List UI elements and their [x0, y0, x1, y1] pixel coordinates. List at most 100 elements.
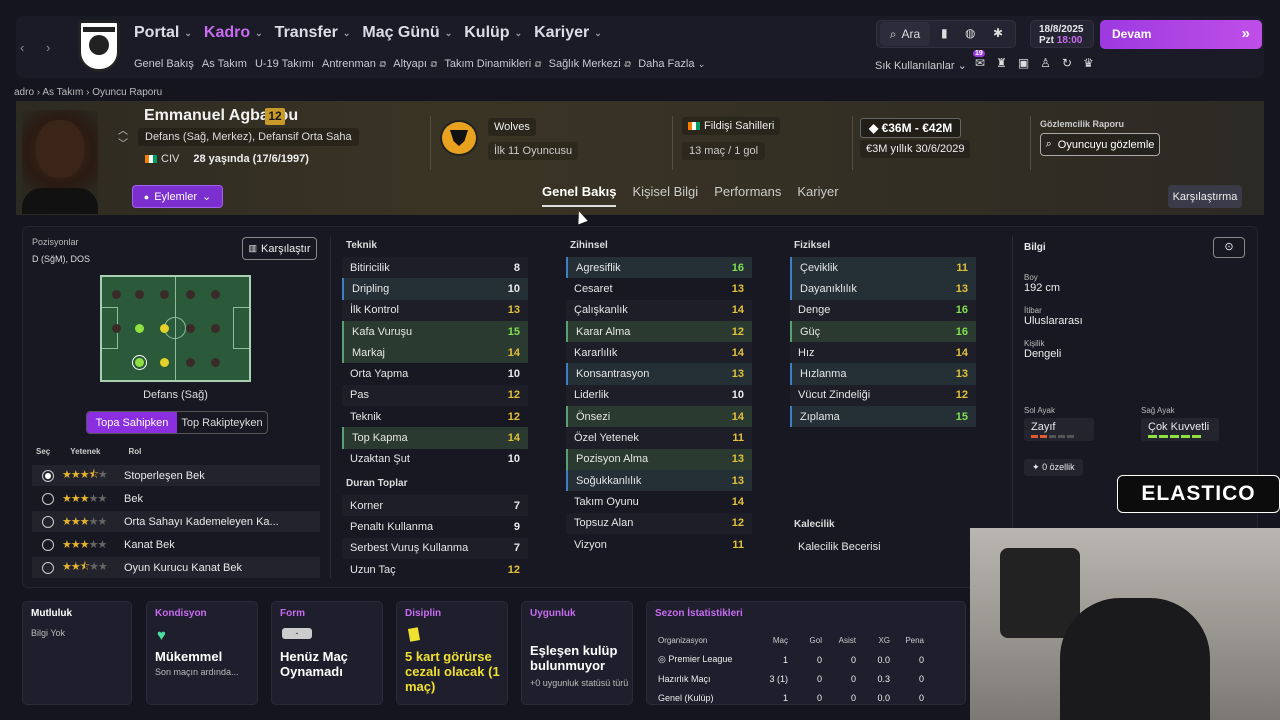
- attribute-row[interactable]: Pas 12: [342, 384, 528, 407]
- attribute-row[interactable]: Vizyon 11: [566, 534, 752, 555]
- attribute-row[interactable]: Uzun Taç 12: [342, 559, 528, 580]
- tab-kariyer[interactable]: Kariyer: [797, 184, 838, 207]
- submenu-takim-dinamikleri[interactable]: Takım Dinamikleri ⧉: [444, 58, 540, 70]
- menu-mac-gunu[interactable]: Maç Günü ⌄: [362, 24, 452, 42]
- game-date[interactable]: 18/8/2025 Pzt 18:00: [1030, 20, 1094, 48]
- traits-button[interactable]: ✦ 0 özellik: [1024, 459, 1083, 476]
- attribute-row[interactable]: Kararlılık 14: [566, 342, 752, 364]
- attribute-row[interactable]: Top Kapma 14: [342, 427, 528, 449]
- forward-arrow-icon[interactable]: ›: [46, 40, 50, 55]
- national-team[interactable]: Fildişi Sahilleri: [682, 117, 781, 135]
- attribute-row[interactable]: Kafa Vuruşu 15: [342, 320, 528, 343]
- shirt-icon[interactable]: ♜: [996, 56, 1007, 70]
- attribute-row[interactable]: Vücut Zindeliği 12: [790, 384, 976, 407]
- table-row[interactable]: Hazırlık Maçı 3 (1) 0 0 0.3 0: [658, 669, 958, 688]
- submenu-altyapi[interactable]: Altyapı ⧉: [393, 58, 436, 70]
- club-logo[interactable]: [78, 20, 120, 72]
- tab-genel-bakis[interactable]: Genel Bakış: [542, 184, 617, 207]
- card-condition[interactable]: Kondisyon ♥ Mükemmel Son maçın ardında..…: [146, 601, 258, 705]
- submenu-daha-fazla[interactable]: Daha Fazla ⌄: [638, 58, 705, 70]
- role-radio[interactable]: [42, 561, 54, 574]
- submenu-genel-bakis[interactable]: Genel Bakış: [134, 58, 194, 70]
- toggle-in-possession[interactable]: Topa Sahipken: [87, 412, 177, 433]
- attribute-row[interactable]: Penaltı Kullanma 9: [342, 516, 528, 537]
- card-availability[interactable]: Uygunluk Eşleşen kulüp bulunmuyor +0 uyg…: [521, 601, 633, 705]
- gear-icon[interactable]: ✱: [993, 26, 1003, 40]
- comparison-button[interactable]: Karşılaştırma: [1168, 185, 1242, 208]
- favorites-dropdown[interactable]: Sık Kullanılanlar ⌄: [875, 59, 967, 72]
- role-row[interactable]: ★★⯪★★ Oyun Kurucu Kanat Bek: [32, 557, 320, 578]
- clipboard-icon[interactable]: ▣: [1018, 56, 1029, 70]
- attribute-row[interactable]: Uzaktan Şut 10: [342, 449, 528, 470]
- role-row[interactable]: ★★★★★ Kanat Bek: [32, 534, 320, 555]
- globe-icon[interactable]: ◍: [965, 26, 975, 40]
- attribute-row[interactable]: Liderlik 10: [566, 384, 752, 407]
- attribute-row[interactable]: İlk Kontrol 13: [342, 299, 528, 321]
- menu-transfer[interactable]: Transfer ⌄: [275, 24, 351, 42]
- attribute-row[interactable]: Kalecilik Becerisi: [790, 536, 976, 557]
- role-row[interactable]: ★★★⯪★ Stoperleşen Bek: [32, 465, 320, 486]
- submenu-u19[interactable]: U-19 Takımı: [255, 58, 314, 70]
- attribute-row[interactable]: Çalışkanlık 14: [566, 299, 752, 321]
- menu-kadro[interactable]: Kadro ⌄: [204, 24, 263, 42]
- menu-kariyer[interactable]: Kariyer ⌄: [534, 24, 602, 42]
- attribute-row[interactable]: Çeviklik 11: [790, 257, 976, 279]
- attribute-row[interactable]: Korner 7: [342, 495, 528, 517]
- toggle-out-possession[interactable]: Top Rakipteyken: [177, 412, 267, 433]
- continue-button[interactable]: Devam»: [1100, 20, 1262, 49]
- card-form[interactable]: Form - Henüz Maç Oynamadı: [271, 601, 383, 705]
- attribute-row[interactable]: Güç 16: [790, 320, 976, 343]
- attribute-row[interactable]: Agresiflik 16: [566, 257, 752, 279]
- role-radio[interactable]: [42, 492, 54, 505]
- attribute-row[interactable]: Zıplama 15: [790, 406, 976, 428]
- crumb-as-takim[interactable]: As Takım: [42, 87, 83, 98]
- tab-performans[interactable]: Performans: [714, 184, 781, 207]
- attribute-row[interactable]: Serbest Vuruş Kullanma 7: [342, 537, 528, 559]
- inbox-icon[interactable]: ✉ 19: [973, 50, 985, 70]
- menu-kulup[interactable]: Kulüp ⌄: [464, 24, 522, 42]
- attribute-row[interactable]: Dayanıklılık 13: [790, 278, 976, 300]
- attribute-row[interactable]: Takım Oyunu 14: [566, 491, 752, 512]
- attribute-row[interactable]: Soğukkanlılık 13: [566, 469, 752, 492]
- tab-kisisel-bilgi[interactable]: Kişisel Bilgi: [632, 184, 698, 207]
- menu-portal[interactable]: Portal ⌄: [134, 24, 192, 42]
- search-button[interactable]: ⌕ Ara: [880, 22, 930, 46]
- attribute-row[interactable]: Cesaret 13: [566, 278, 752, 299]
- submenu-antrenman[interactable]: Antrenman ⧉: [322, 58, 385, 70]
- table-row[interactable]: Genel (Kulüp) 1 0 0 0.0 0: [658, 688, 958, 707]
- actions-button[interactable]: ● Eylemler ⌄: [132, 185, 223, 208]
- attribute-row[interactable]: Dripling 10: [342, 278, 528, 300]
- scout-player-button[interactable]: ⌕ Oyuncuyu gözlemle: [1040, 133, 1160, 156]
- attribute-row[interactable]: Topsuz Alan 12: [566, 512, 752, 534]
- back-arrow-icon[interactable]: ‹: [20, 40, 24, 55]
- attribute-row[interactable]: Denge 16: [790, 299, 976, 321]
- role-radio[interactable]: [42, 515, 54, 528]
- attribute-row[interactable]: Hız 14: [790, 342, 976, 364]
- tactics-icon[interactable]: ♙: [1040, 56, 1051, 70]
- trophy-icon[interactable]: ♛: [1083, 56, 1094, 70]
- attribute-row[interactable]: Pozisyon Alma 13: [566, 448, 752, 470]
- attribute-row[interactable]: Orta Yapma 10: [342, 363, 528, 384]
- compare-positions-button[interactable]: ▥ Karşılaştır: [242, 237, 317, 260]
- refresh-icon[interactable]: ↻: [1062, 56, 1072, 70]
- info-settings-icon[interactable]: ⊙: [1213, 237, 1245, 258]
- attribute-row[interactable]: Teknik 12: [342, 406, 528, 427]
- attribute-row[interactable]: Karar Alma 12: [566, 320, 752, 343]
- submenu-as-takim[interactable]: As Takım: [202, 58, 247, 70]
- attribute-row[interactable]: Hızlanma 13: [790, 363, 976, 385]
- player-nav-arrows[interactable]: ︿ ﹀: [118, 125, 128, 151]
- bookmark-icon[interactable]: ▮: [941, 26, 948, 40]
- attribute-row[interactable]: Özel Yetenek 11: [566, 427, 752, 449]
- attribute-row[interactable]: Önsezi 14: [566, 406, 752, 428]
- attribute-row[interactable]: Markaj 14: [342, 342, 528, 364]
- crumb-kadro[interactable]: adro: [14, 87, 34, 98]
- role-radio[interactable]: [42, 538, 54, 551]
- attribute-row[interactable]: Konsantrasyon 13: [566, 363, 752, 385]
- club-badge[interactable]: [440, 120, 478, 156]
- submenu-saglik-merkezi[interactable]: Sağlık Merkezi ⧉: [549, 58, 631, 70]
- attribute-row[interactable]: Bitiricilik 8: [342, 257, 528, 279]
- role-row[interactable]: ★★★★★ Bek: [32, 488, 320, 509]
- role-radio[interactable]: [42, 469, 54, 482]
- table-row[interactable]: ◎ Premier League 1 0 0 0.0 0: [658, 650, 958, 669]
- role-row[interactable]: ★★★★★ Orta Sahayı Kademeleyen Ka...: [32, 511, 320, 532]
